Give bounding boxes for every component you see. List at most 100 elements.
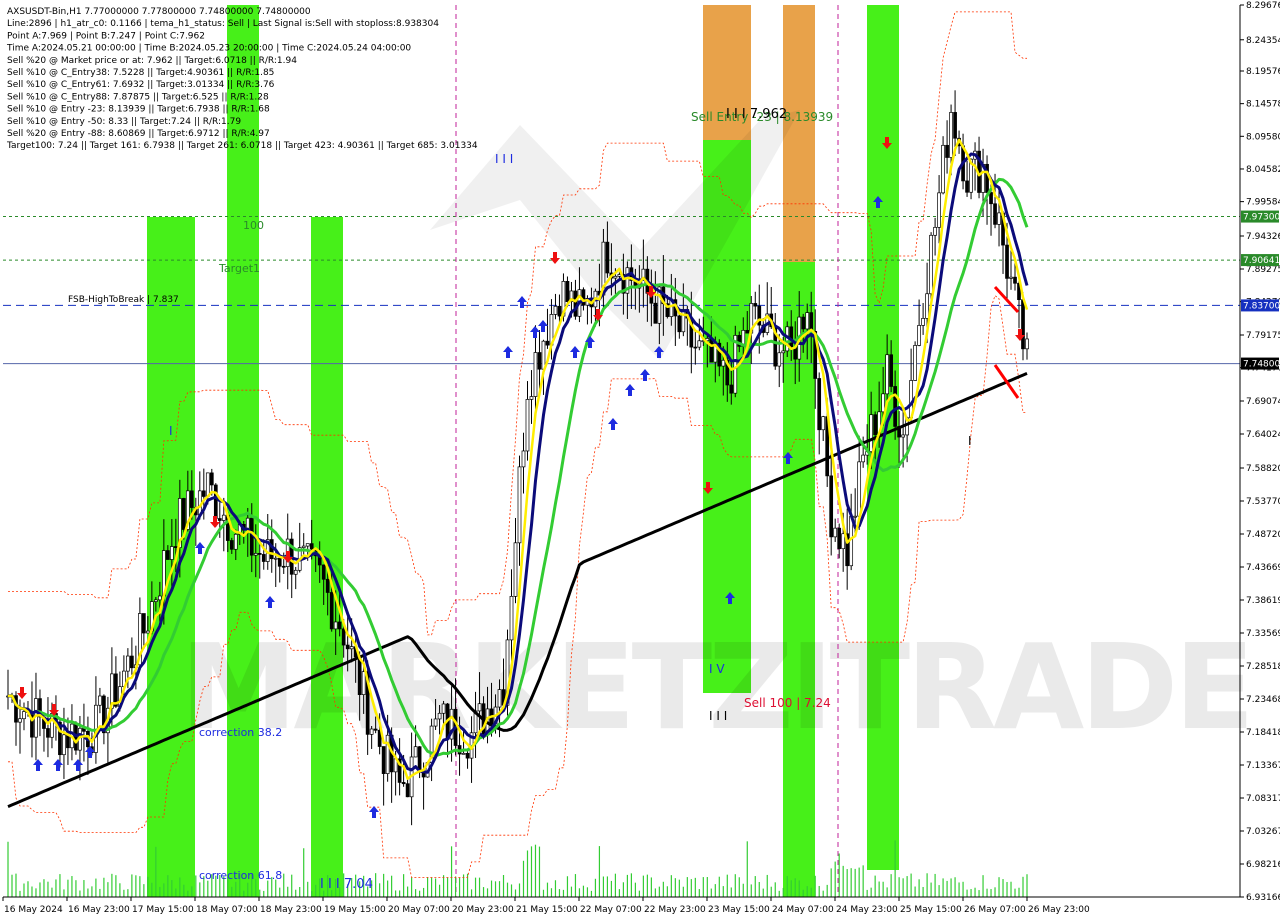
candle-body: [873, 414, 877, 435]
candle-body: [441, 703, 446, 714]
info-line: Line:2896 | h1_atr_c0: 0.1166 | tema_h1_…: [7, 19, 439, 29]
candle-body: [405, 783, 410, 798]
candle-body: [209, 472, 214, 486]
candle-body: [273, 557, 278, 560]
candle-body: [733, 335, 738, 394]
time-tick-label: 26 May 07:00: [964, 905, 1026, 915]
candle-body: [205, 472, 210, 497]
candle-body: [993, 203, 997, 225]
candle-body: [437, 712, 442, 720]
candle-body: [181, 498, 186, 530]
wave-label: I: [968, 434, 972, 448]
price-tick-label: 7.33569: [1246, 629, 1280, 639]
point-c-label: I I I 7.962: [726, 107, 787, 122]
price-tick-label: 7.38619: [1246, 596, 1280, 606]
price-tick-label: 7.18418: [1246, 728, 1280, 738]
candle-body: [385, 734, 390, 774]
candle-body: [925, 293, 929, 319]
time-tick-label: 24 May 23:00: [836, 905, 898, 915]
candle-body: [146, 630, 150, 634]
candle-body: [893, 386, 897, 427]
candle-body: [917, 325, 921, 346]
candle-body: [781, 350, 786, 354]
candle-body: [381, 746, 386, 774]
candle-body: [361, 671, 366, 695]
candle-body: [46, 728, 50, 738]
candle-body: [509, 596, 514, 641]
candle-body: [233, 533, 238, 550]
price-tick-label: 7.13367: [1246, 761, 1280, 771]
time-tick-label: 16 May 2024: [4, 905, 63, 915]
price-tick-label: 7.28518: [1246, 662, 1280, 672]
candle-body: [857, 461, 862, 517]
candle-body: [853, 515, 858, 518]
price-tick-label: 8.29676: [1246, 1, 1280, 11]
wave-label: I: [169, 424, 173, 438]
correction-382-label: correction 38.2: [199, 726, 282, 739]
candle-body: [277, 557, 282, 567]
candle-body: [557, 305, 562, 317]
candle-body: [525, 399, 530, 452]
candle-body: [18, 718, 22, 723]
candle-body: [641, 268, 646, 285]
price-tick-label: 8.14578: [1246, 100, 1280, 110]
time-tick-label: 25 May 15:00: [900, 905, 962, 915]
candle-body: [114, 673, 118, 707]
candle-body: [165, 550, 170, 560]
candle-body: [529, 396, 534, 400]
candle-body: [889, 354, 893, 387]
candle-body: [929, 234, 933, 295]
candle-body: [901, 434, 905, 438]
price-tick-label: 7.03267: [1246, 827, 1280, 837]
time-tick-label: 24 May 07:00: [772, 905, 834, 915]
candle-body: [933, 226, 937, 236]
candle-body: [533, 352, 538, 397]
candle-body: [321, 564, 326, 580]
candle-body: [709, 338, 714, 363]
candle-body: [677, 315, 682, 333]
candle-body: [126, 655, 130, 672]
price-tick-label: 6.98216: [1246, 860, 1280, 870]
candle-body: [309, 543, 314, 550]
info-line: Point A:7.969 | Point B:7.247 | Point C:…: [7, 31, 205, 41]
candle-body: [881, 393, 885, 413]
candle-body: [333, 621, 338, 630]
candle-body: [949, 112, 953, 158]
candle-body: [913, 345, 917, 381]
candle-body: [142, 613, 146, 634]
time-tick-label: 23 May 15:00: [708, 905, 770, 915]
candle-body: [229, 540, 234, 550]
candle-body: [261, 554, 266, 562]
candle-body: [545, 340, 550, 346]
candle-body: [829, 475, 834, 538]
info-line: Time A:2024.05.21 00:00:00 | Time B:2024…: [6, 44, 411, 54]
price-tick-label: 7.69074: [1246, 397, 1280, 407]
candle-body: [497, 689, 502, 708]
candle-body: [281, 565, 286, 568]
price-tick-label: 8.19576: [1246, 67, 1280, 77]
chart-window: MARKETZITRADE AXSUSDT-Bin,H1 7.77000000 …: [0, 0, 1280, 920]
candle-body: [581, 289, 586, 306]
candle-body: [965, 180, 969, 193]
candle-body: [369, 728, 374, 735]
candle-body: [1005, 244, 1009, 279]
time-tick-label: 18 May 23:00: [260, 905, 322, 915]
candle-body: [1025, 338, 1029, 350]
label-100: 100: [243, 219, 264, 232]
info-line: Sell %10 @ Entry -23: 8.13939 || Target:…: [7, 105, 270, 115]
time-tick-label: 19 May 15:00: [324, 905, 386, 915]
price-tick-label: 7.94326: [1246, 232, 1280, 242]
price-chart[interactable]: MARKETZITRADE AXSUSDT-Bin,H1 7.77000000 …: [0, 0, 1280, 920]
info-line: AXSUSDT-Bin,H1 7.77000000 7.77800000 7.7…: [7, 7, 311, 17]
candle-body: [697, 340, 702, 348]
price-tick-label: 8.24354: [1246, 36, 1280, 46]
candle-body: [337, 621, 342, 630]
candle-body: [573, 290, 578, 317]
candle-body: [681, 309, 686, 333]
candle-body: [953, 112, 957, 139]
time-tick-label: 21 May 15:00: [516, 905, 578, 915]
watermark-text: MARKETZITRADE: [180, 618, 1251, 756]
sell-100-label: Sell 100 | 7.24: [744, 696, 831, 710]
level-price-tag-text: 7.83700: [1243, 301, 1280, 311]
candle-body: [1021, 299, 1025, 350]
